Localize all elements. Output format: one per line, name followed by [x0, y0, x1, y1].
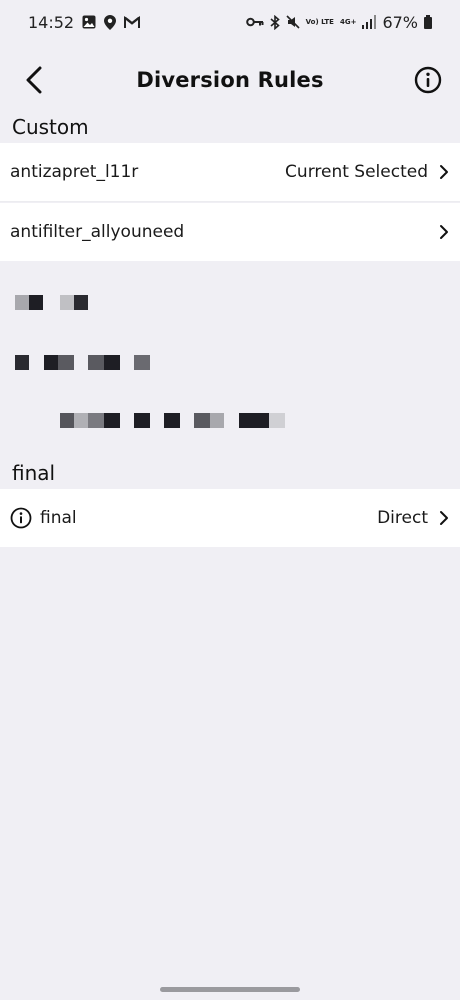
volte-icon: Vo) LTE [305, 17, 334, 26]
page-title: Diversion Rules [136, 68, 324, 92]
chevron-right-icon [438, 224, 450, 240]
section-label-custom: Custom [12, 115, 89, 139]
chevron-right-icon [438, 510, 450, 526]
bluetooth-icon [270, 14, 280, 30]
rule-status: Current Selected [285, 162, 428, 182]
rule-row-antizapret[interactable]: antizapret_l11r Current Selected [0, 143, 460, 201]
location-icon [104, 14, 117, 30]
gallery-icon [82, 14, 96, 30]
info-icon [414, 66, 442, 94]
rule-title: antifilter_allyouneed [10, 222, 185, 242]
section-label-final: final [12, 461, 56, 485]
rule-title: antizapret_l11r [10, 162, 139, 182]
rule-row-antifilter[interactable]: antifilter_allyouneed [0, 203, 460, 261]
rule-title: final [40, 508, 77, 528]
rule-row-final[interactable]: final Direct [0, 489, 460, 547]
battery-percent: 67% [382, 12, 418, 32]
vpn-key-icon [245, 14, 264, 30]
row-divider [0, 201, 460, 202]
status-left: 14:52 [28, 12, 141, 32]
battery-icon [424, 14, 432, 30]
app-bar: Diversion Rules [0, 50, 460, 110]
info-icon [10, 507, 32, 529]
back-button[interactable] [16, 62, 52, 98]
status-time: 14:52 [28, 12, 75, 32]
rule-outbound: Direct [377, 508, 428, 528]
gmail-icon [124, 14, 141, 30]
network-4g-icon: 4G+ [339, 17, 357, 26]
status-right: Vo) LTE 4G+ 67% [245, 12, 432, 32]
home-indicator[interactable] [160, 987, 300, 992]
status-bar: 14:52 Vo) LTE 4G+ 67% [0, 0, 460, 44]
back-arrow-icon [26, 66, 42, 94]
mute-icon [286, 14, 300, 30]
chevron-right-icon [438, 164, 450, 180]
signal-icon [362, 14, 377, 30]
info-button[interactable] [410, 62, 446, 98]
